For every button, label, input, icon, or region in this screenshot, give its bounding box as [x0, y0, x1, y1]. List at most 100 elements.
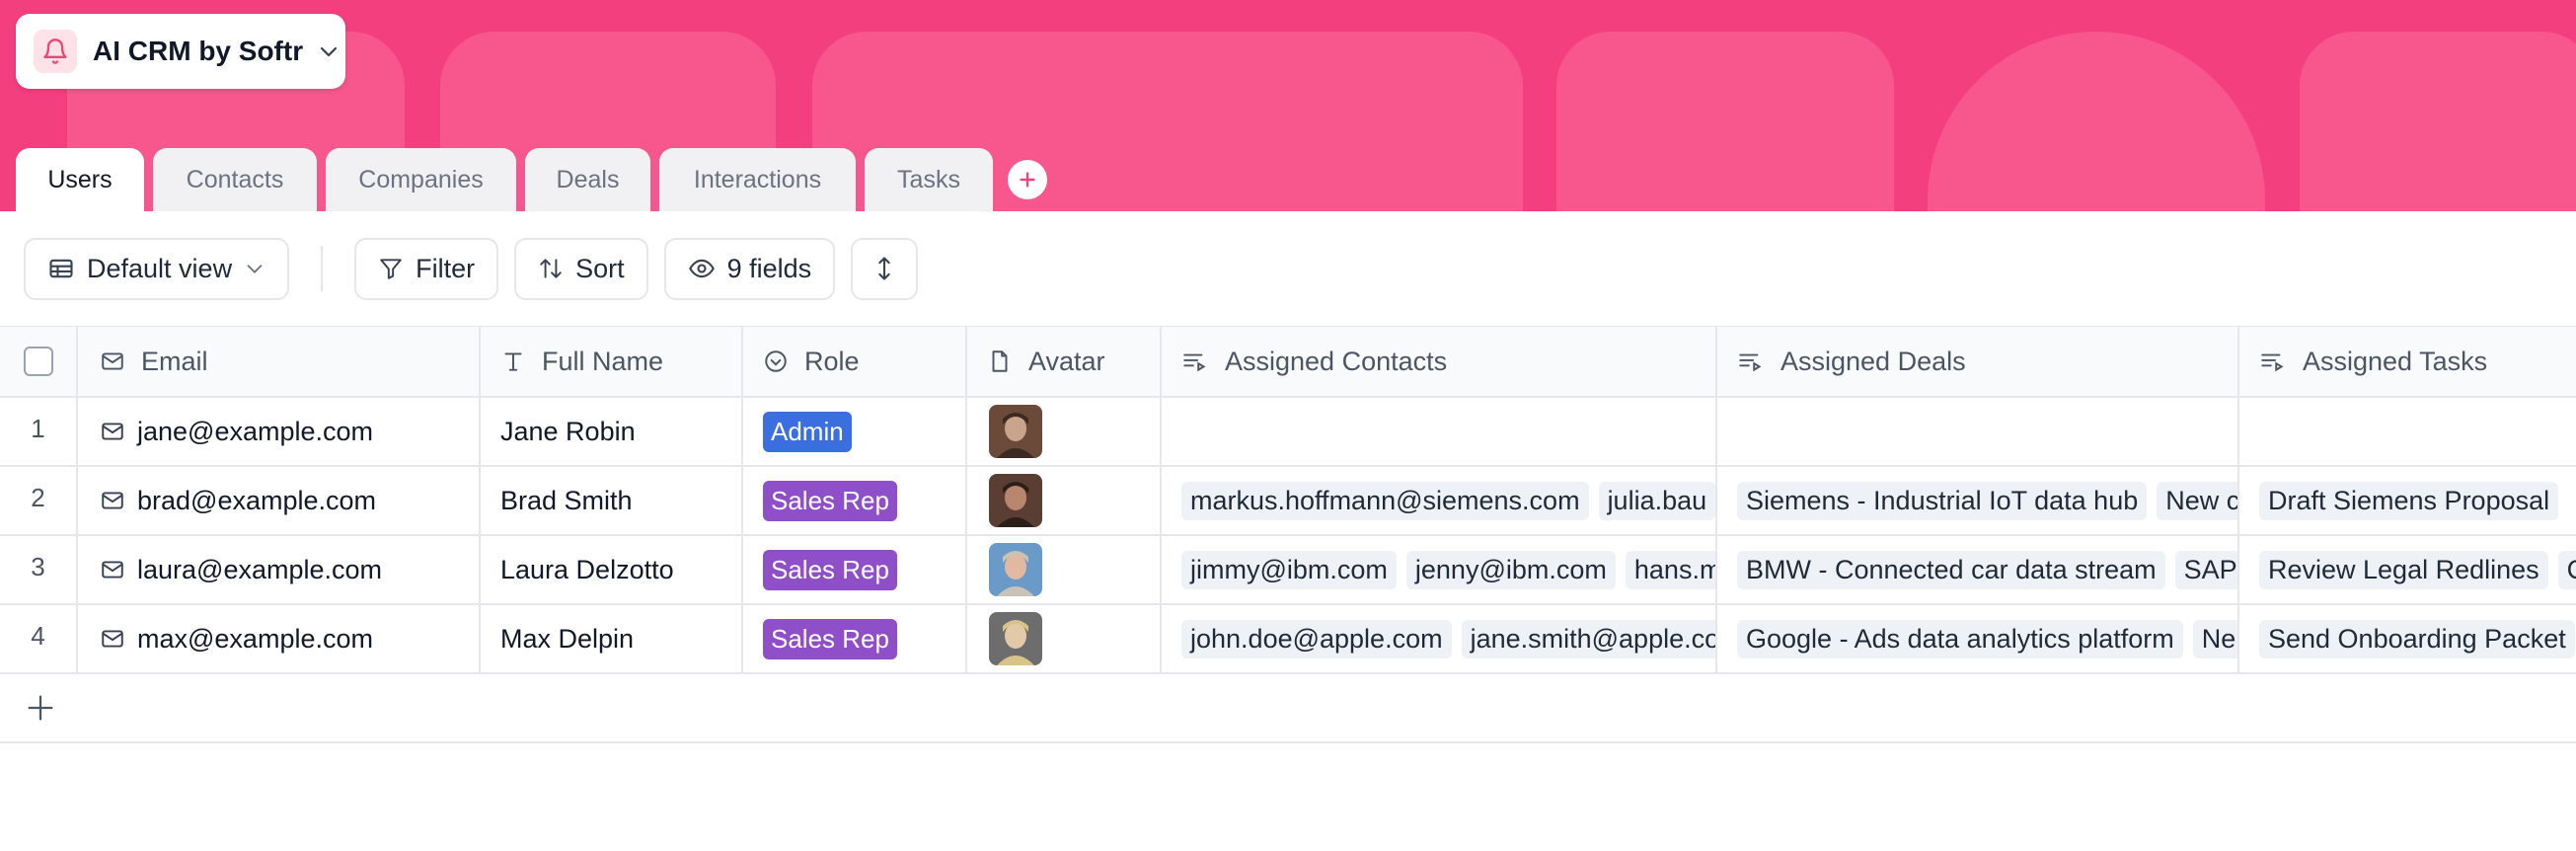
avatar-cell[interactable] — [967, 467, 1162, 534]
mail-icon — [100, 626, 125, 652]
linked-record-chip[interactable]: Review Legal Redlines — [2259, 550, 2548, 589]
email-cell[interactable]: laura@example.com — [78, 536, 481, 603]
linked-record-chip[interactable]: markus.hoffmann@siemens.com — [1181, 481, 1589, 520]
role-badge: Sales Rep — [763, 618, 897, 659]
role-cell[interactable]: Sales Rep — [743, 536, 967, 603]
linked-record-chip[interactable]: jimmy@ibm.com — [1181, 550, 1397, 589]
row-number-text: 4 — [31, 621, 45, 651]
linked-record-chip[interactable]: Google - Ads data analytics platform — [1737, 619, 2183, 658]
row-number: 2 — [0, 467, 78, 534]
bell-icon — [34, 30, 77, 73]
tab-contacts[interactable]: Contacts — [153, 148, 317, 211]
linked-record-chip[interactable]: jane.smith@apple.co — [1461, 619, 1715, 658]
filter-label: Filter — [416, 253, 476, 283]
tab-users[interactable]: Users — [16, 148, 144, 211]
linked-record-chip[interactable]: john.doe@apple.com — [1181, 619, 1452, 658]
linked-record-chip[interactable]: julia.bau — [1598, 481, 1715, 520]
role-cell[interactable]: Admin — [743, 398, 967, 465]
assigned-contacts-cell[interactable]: jimmy@ibm.com jenny@ibm.com hans.m — [1162, 536, 1717, 603]
grid-header: Email Full Name Role Avatar Assigned Con… — [0, 327, 2576, 398]
column-header-avatar[interactable]: Avatar — [967, 327, 1162, 396]
table-row[interactable]: 3 laura@example.com Laura Delzotto Sales… — [0, 536, 2576, 605]
linked-record-icon — [2259, 348, 2287, 374]
assigned-deals-cell[interactable] — [1717, 398, 2239, 465]
assigned-deals-cell[interactable]: Siemens - Industrial IoT data hub New c — [1717, 467, 2239, 534]
row-height-button[interactable] — [851, 237, 919, 300]
grid-body: 1 jane@example.com Jane Robin Admin 2 br… — [0, 398, 2576, 674]
linked-record-chip[interactable]: Draft Siemens Proposal — [2259, 481, 2559, 520]
assigned-tasks-cell[interactable]: Review Legal RedlinesC — [2239, 536, 2576, 603]
fields-button[interactable]: 9 fields — [663, 237, 836, 300]
filter-button[interactable]: Filter — [354, 237, 499, 300]
email-value: brad@example.com — [137, 485, 377, 515]
column-header-full-name[interactable]: Full Name — [481, 327, 743, 396]
mail-icon — [100, 557, 125, 582]
column-header-assigned-tasks[interactable]: Assigned Tasks — [2239, 327, 2576, 396]
assigned-deals-cell[interactable]: Google - Ads data analytics platform Ne — [1717, 605, 2239, 672]
tab-deals[interactable]: Deals — [525, 148, 650, 211]
linked-record-chip[interactable]: C — [2557, 550, 2576, 589]
role-cell[interactable]: Sales Rep — [743, 605, 967, 672]
base-name: AI CRM by Softr — [93, 36, 304, 66]
tab-label: Tasks — [897, 165, 960, 193]
add-record-button[interactable] — [0, 674, 2576, 743]
linked-record-chip[interactable]: Siemens - Industrial IoT data hub — [1737, 481, 2148, 520]
linked-record-chip[interactable]: New c — [2157, 481, 2237, 520]
table-row[interactable]: 2 brad@example.com Brad Smith Sales Rep … — [0, 467, 2576, 536]
assigned-contacts-cell[interactable] — [1162, 398, 1717, 465]
role-cell[interactable]: Sales Rep — [743, 467, 967, 534]
column-header-assigned-contacts[interactable]: Assigned Contacts — [1162, 327, 1717, 396]
column-label: Assigned Contacts — [1225, 346, 1448, 376]
column-label: Email — [141, 346, 208, 376]
full-name-cell[interactable]: Max Delpin — [481, 605, 743, 672]
linked-record-chip[interactable]: BMW - Connected car data stream — [1737, 550, 2165, 589]
base-switcher[interactable]: AI CRM by Softr — [16, 14, 345, 89]
column-header-email[interactable]: Email — [78, 327, 481, 396]
select-all-checkbox[interactable] — [23, 347, 53, 376]
select-icon — [763, 348, 789, 374]
column-label: Full Name — [542, 346, 664, 376]
text-icon — [500, 348, 526, 374]
email-cell[interactable]: brad@example.com — [78, 467, 481, 534]
tab-tasks[interactable]: Tasks — [865, 148, 993, 211]
plus-icon — [28, 695, 53, 721]
linked-record-chip[interactable]: hans.m — [1625, 550, 1715, 589]
table-icon — [49, 259, 73, 278]
chevron-down-icon — [317, 39, 341, 63]
full-name-cell[interactable]: Laura Delzotto — [481, 536, 743, 603]
assigned-deals-cell[interactable]: BMW - Connected car data stream SAP — [1717, 536, 2239, 603]
table-row[interactable]: 4 max@example.com Max Delpin Sales Rep j… — [0, 605, 2576, 674]
column-header-assigned-deals[interactable]: Assigned Deals — [1717, 327, 2239, 396]
avatar-cell[interactable] — [967, 605, 1162, 672]
add-tab-button[interactable] — [1008, 160, 1047, 199]
linked-record-chip[interactable]: jenny@ibm.com — [1405, 550, 1616, 589]
view-selector-button[interactable]: Default view — [24, 237, 290, 300]
linked-record-chip[interactable]: Send Onboarding Packet — [2259, 619, 2575, 658]
avatar-cell[interactable] — [967, 536, 1162, 603]
tab-companies[interactable]: Companies — [326, 148, 516, 211]
linked-record-chip[interactable]: SAP — [2174, 550, 2237, 589]
assigned-contacts-cell[interactable]: markus.hoffmann@siemens.com julia.bau — [1162, 467, 1717, 534]
tab-label: Users — [47, 165, 113, 193]
assigned-contacts-cell[interactable]: john.doe@apple.com jane.smith@apple.co — [1162, 605, 1717, 672]
full-name-value: Brad Smith — [500, 485, 633, 515]
column-header-role[interactable]: Role — [743, 327, 967, 396]
full-name-cell[interactable]: Brad Smith — [481, 467, 743, 534]
tab-label: Interactions — [693, 165, 822, 193]
sort-button[interactable]: Sort — [514, 237, 648, 300]
row-number-text: 2 — [31, 483, 45, 512]
assigned-tasks-cell[interactable] — [2239, 398, 2576, 465]
decorative-shape — [1556, 32, 1894, 211]
avatar-cell[interactable] — [967, 398, 1162, 465]
email-cell[interactable]: jane@example.com — [78, 398, 481, 465]
tab-interactions[interactable]: Interactions — [659, 148, 856, 211]
assigned-tasks-cell[interactable]: Send Onboarding Packet — [2239, 605, 2576, 672]
avatar — [989, 405, 1042, 458]
mail-icon — [100, 419, 125, 444]
assigned-tasks-cell[interactable]: Draft Siemens Proposal — [2239, 467, 2576, 534]
email-cell[interactable]: max@example.com — [78, 605, 481, 672]
linked-record-chip[interactable]: Ne — [2192, 619, 2237, 658]
full-name-cell[interactable]: Jane Robin — [481, 398, 743, 465]
linked-record-icon — [1737, 348, 1765, 374]
table-row[interactable]: 1 jane@example.com Jane Robin Admin — [0, 398, 2576, 467]
